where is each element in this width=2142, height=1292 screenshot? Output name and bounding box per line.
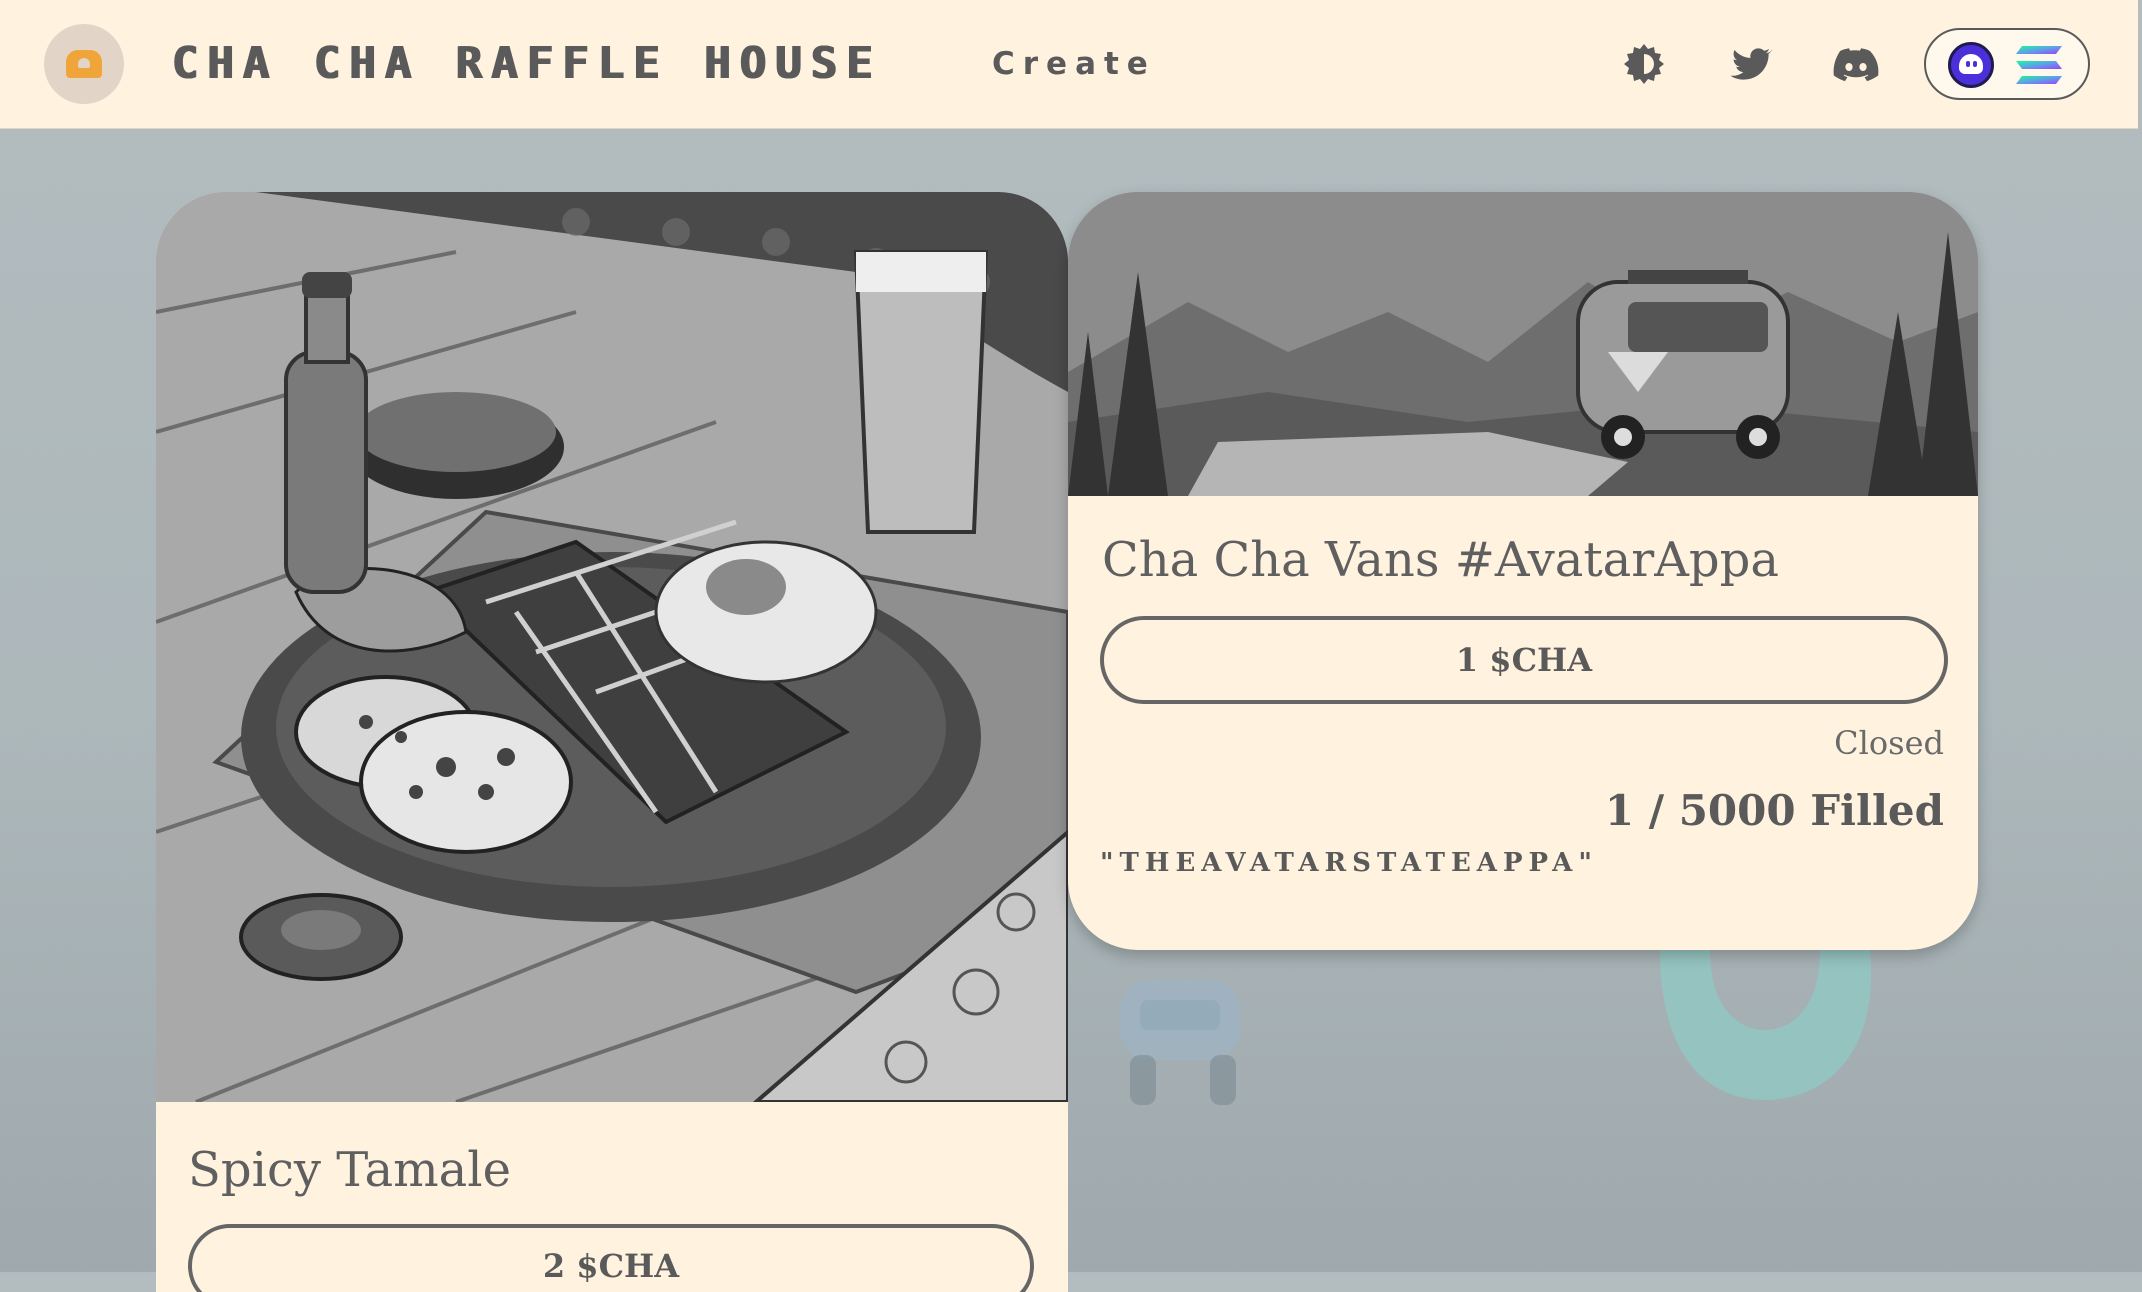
raffle-card[interactable]: Cha Cha Vans #AvatarAppa 1 $CHA Closed 1…	[1068, 192, 1978, 950]
raffle-image[interactable]	[156, 192, 1068, 1102]
top-nav-bar: CHA CHA RAFFLE HOUSE Create	[0, 0, 2138, 129]
raffle-title: Spicy Tamale	[188, 1142, 512, 1198]
tickets-filled-count: 1 / 5000 Filled	[1604, 786, 1944, 835]
solana-icon	[2016, 46, 2062, 84]
raffle-image[interactable]	[1068, 192, 1978, 496]
background-teal-shape	[1660, 950, 1872, 1100]
discord-icon[interactable]	[1832, 40, 1880, 88]
theme-toggle-icon[interactable]	[1620, 40, 1668, 88]
raffle-title: Cha Cha Vans #AvatarAppa	[1102, 532, 1779, 588]
background-van-art	[1120, 980, 1240, 1105]
brand-title[interactable]: CHA CHA RAFFLE HOUSE	[172, 40, 882, 88]
twitter-icon[interactable]	[1728, 40, 1776, 88]
buy-ticket-button[interactable]: 2 $CHA	[188, 1224, 1034, 1292]
raffle-status: Closed	[1834, 724, 1944, 762]
create-link[interactable]: Create	[992, 44, 1156, 84]
wallet-connect-button[interactable]	[1924, 28, 2090, 100]
site-logo[interactable]	[44, 24, 124, 104]
logo-icon	[66, 50, 102, 78]
buy-ticket-button[interactable]: 1 $CHA	[1100, 616, 1948, 704]
phantom-wallet-icon	[1948, 42, 1994, 88]
raffle-card[interactable]: Spicy Tamale 2 $CHA	[156, 192, 1068, 1292]
raffle-creator-handle: "THEAVATARSTATEAPPA"	[1100, 848, 1598, 878]
